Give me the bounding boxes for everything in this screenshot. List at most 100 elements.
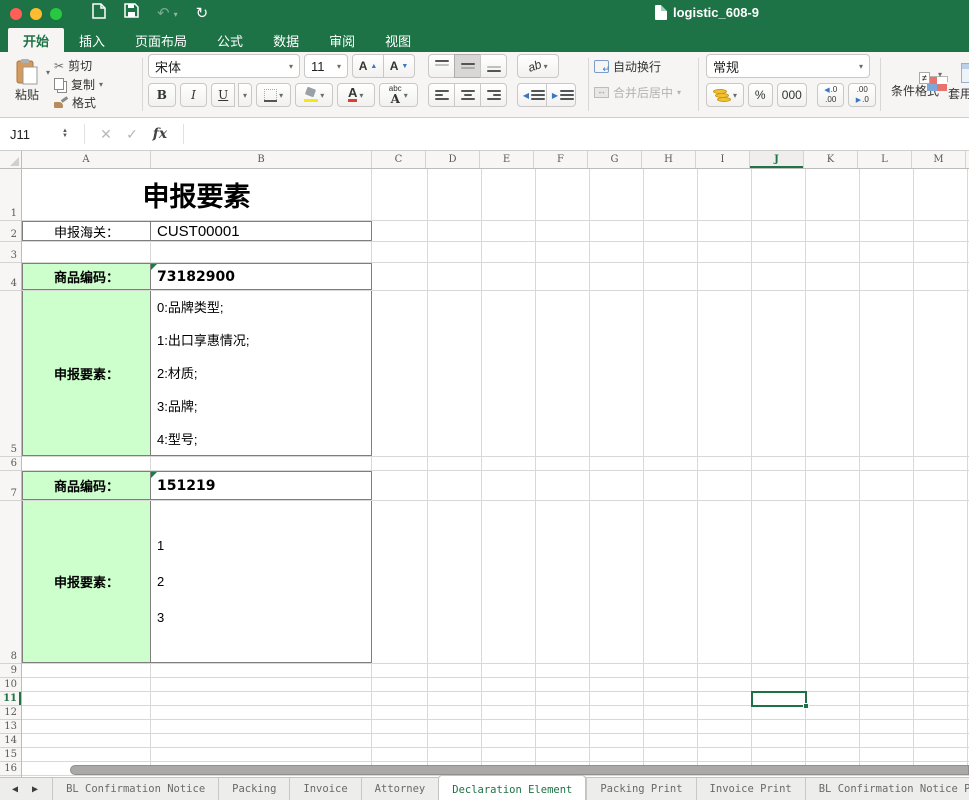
- column-header-m[interactable]: M: [912, 151, 966, 168]
- cell-a5-label[interactable]: 申报要素：: [22, 291, 151, 456]
- cell-b4-value[interactable]: 73182900: [151, 263, 372, 290]
- row-header-14[interactable]: 14: [0, 734, 21, 748]
- redo-icon[interactable]: ↻: [196, 3, 209, 25]
- row-header-3[interactable]: 3: [0, 242, 21, 263]
- cell-b2-value[interactable]: CUST00001: [151, 221, 372, 241]
- thousands-format-button[interactable]: 000: [777, 83, 807, 107]
- number-format-select[interactable]: 常规 ▾: [706, 54, 870, 78]
- tab-data[interactable]: 数据: [258, 28, 314, 52]
- tab-view[interactable]: 视图: [370, 28, 426, 52]
- next-sheet-icon[interactable]: ▶: [32, 784, 38, 795]
- row-header-10[interactable]: 10: [0, 678, 21, 692]
- underline-caret-button[interactable]: ▾: [238, 83, 252, 107]
- formula-input[interactable]: [192, 118, 969, 150]
- column-header-g[interactable]: G: [588, 151, 642, 168]
- row-header-5[interactable]: 5: [0, 291, 21, 457]
- cancel-entry-icon[interactable]: ✕: [93, 126, 119, 143]
- sheet-tab-bl-confirmation-notice[interactable]: BL Confirmation Notice: [52, 778, 218, 800]
- sheet-tab-invoice-print[interactable]: Invoice Print: [696, 778, 805, 800]
- cell-b8-lines[interactable]: 1 2 3: [151, 501, 372, 663]
- decrease-font-size-button[interactable]: A ▼: [383, 54, 415, 78]
- row-header-1[interactable]: 1: [0, 169, 21, 221]
- tab-insert[interactable]: 插入: [64, 28, 120, 52]
- sheet-tab-attorney[interactable]: Attorney: [361, 778, 439, 800]
- row-header-16[interactable]: 16: [0, 762, 21, 776]
- increase-decimal-button[interactable]: ◀.0 .00: [817, 83, 845, 107]
- cell-a6[interactable]: [22, 457, 151, 470]
- italic-button[interactable]: I: [180, 83, 208, 107]
- row-header-4[interactable]: 4: [0, 263, 21, 291]
- empty-rows-region[interactable]: [22, 664, 969, 776]
- percent-format-button[interactable]: %: [748, 83, 773, 107]
- row-header-12[interactable]: 12: [0, 706, 21, 720]
- row-header-6[interactable]: 6: [0, 457, 21, 471]
- increase-indent-button[interactable]: ▶: [546, 83, 576, 107]
- wrap-text-button[interactable]: 自动换行: [594, 58, 661, 75]
- row-header-13[interactable]: 13: [0, 720, 21, 734]
- align-middle-button[interactable]: [454, 54, 481, 78]
- format-as-table-button[interactable]: 套用表格式: [946, 54, 969, 102]
- text-orientation-button[interactable]: ab ▾: [517, 54, 559, 78]
- cell-a1-title[interactable]: 申报要素: [22, 169, 372, 220]
- cell-a4-label[interactable]: 商品编码：: [22, 263, 151, 290]
- cell-b7-value[interactable]: 151219: [151, 471, 372, 500]
- confirm-entry-icon[interactable]: ✓: [119, 126, 145, 143]
- column-header-j-selected[interactable]: J: [750, 151, 804, 168]
- save-icon[interactable]: [124, 3, 139, 25]
- sheet-tab-invoice[interactable]: Invoice: [289, 778, 360, 800]
- cell-a7-label[interactable]: 商品编码：: [22, 471, 151, 500]
- column-header-d[interactable]: D: [426, 151, 480, 168]
- column-header-f[interactable]: F: [534, 151, 588, 168]
- selected-cell-j11[interactable]: [751, 691, 807, 707]
- cell-a3[interactable]: [22, 242, 151, 262]
- bold-button[interactable]: B: [148, 83, 176, 107]
- sheet-tab-packing-print[interactable]: Packing Print: [586, 778, 695, 800]
- row-header-8[interactable]: 8: [0, 501, 21, 664]
- fill-handle[interactable]: [803, 703, 809, 709]
- align-right-button[interactable]: [480, 83, 507, 107]
- row-header-7[interactable]: 7: [0, 471, 21, 501]
- align-bottom-button[interactable]: [480, 54, 507, 78]
- minimize-window-button[interactable]: [30, 8, 42, 20]
- row-header-9[interactable]: 9: [0, 664, 21, 678]
- currency-format-button[interactable]: ▾: [706, 83, 744, 107]
- column-header-b[interactable]: B: [151, 151, 372, 168]
- sheet-tab-bl-confirmation-notice-print[interactable]: BL Confirmation Notice Print: [805, 778, 969, 800]
- clear-formatting-button[interactable]: abc A ▾: [379, 83, 419, 107]
- sheet-tab-packing[interactable]: Packing: [218, 778, 289, 800]
- column-header-a[interactable]: A: [22, 151, 151, 168]
- select-all-corner[interactable]: [0, 151, 22, 169]
- align-center-button[interactable]: [454, 83, 481, 107]
- column-header-l[interactable]: L: [858, 151, 912, 168]
- increase-font-size-button[interactable]: A ▲: [352, 54, 384, 78]
- copy-button[interactable]: 复制 ▾: [54, 76, 103, 93]
- insert-function-icon[interactable]: fx: [145, 126, 175, 142]
- column-header-i[interactable]: I: [696, 151, 750, 168]
- close-window-button[interactable]: [10, 8, 22, 20]
- align-top-button[interactable]: [428, 54, 455, 78]
- name-box-stepper[interactable]: ▲ ▼: [62, 129, 68, 139]
- tab-review[interactable]: 审阅: [314, 28, 370, 52]
- decrease-decimal-button[interactable]: .00 ▶.0: [848, 83, 876, 107]
- font-name-select[interactable]: 宋体 ▾: [148, 54, 300, 78]
- cell-a8-label[interactable]: 申报要素：: [22, 501, 151, 663]
- row-header-2[interactable]: 2: [0, 221, 21, 242]
- cell-b3[interactable]: [151, 242, 372, 262]
- cell-a2-label[interactable]: 申报海关：: [22, 221, 151, 241]
- cell-b6[interactable]: [151, 457, 372, 470]
- column-header-k[interactable]: K: [804, 151, 858, 168]
- cell-b5-lines[interactable]: 0:品牌类型; 1:出口享惠情况; 2:材质; 3:品牌; 4:型号;: [151, 291, 372, 456]
- column-header-h[interactable]: H: [642, 151, 696, 168]
- underline-button[interactable]: U: [211, 83, 235, 107]
- conditional-formatting-button[interactable]: ≠ ▾ 条件格式: [886, 54, 944, 99]
- sheet-tab-declaration-element-active[interactable]: Declaration Element: [438, 775, 586, 800]
- row-header-15[interactable]: 15: [0, 748, 21, 762]
- font-size-select[interactable]: 11 ▾: [304, 54, 348, 78]
- format-painter-button[interactable]: 格式: [54, 94, 103, 111]
- new-document-icon[interactable]: [92, 3, 106, 26]
- paste-button[interactable]: 粘贴 ▾: [6, 54, 48, 114]
- horizontal-scrollbar-thumb[interactable]: [70, 765, 969, 775]
- fill-color-button[interactable]: ▾: [295, 83, 333, 107]
- prev-sheet-icon[interactable]: ◀: [12, 784, 18, 795]
- align-left-button[interactable]: [428, 83, 455, 107]
